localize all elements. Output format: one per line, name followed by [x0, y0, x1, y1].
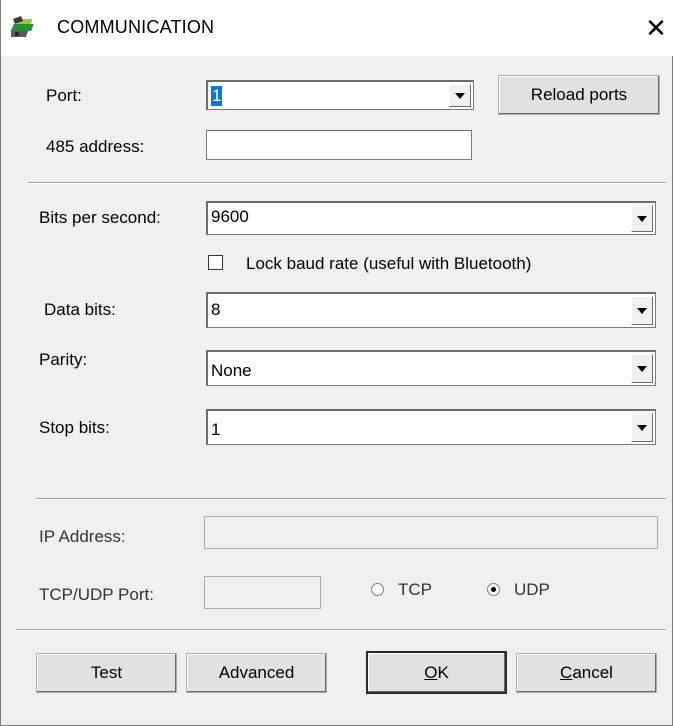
parity-select[interactable]: None [206, 350, 656, 386]
port-select[interactable]: 1 [206, 80, 474, 110]
udp-label: UDP [514, 580, 550, 599]
ip-address-label: IP Address: [39, 527, 126, 546]
app-icon [11, 16, 34, 37]
tcp-udp-port-label: TCP/UDP Port: [39, 585, 154, 604]
separator [28, 182, 666, 184]
cancel-mnemonic: C [560, 663, 573, 682]
stop-bits-select[interactable]: 1 [206, 409, 656, 445]
close-icon[interactable]: ✕ [638, 10, 673, 46]
ok-label-rest: K [437, 662, 449, 682]
stop-bits-label: Stop bits: [39, 418, 110, 437]
separator [16, 629, 666, 631]
ok-button[interactable]: OK [366, 651, 507, 694]
reload-ports-button[interactable]: Reload ports [498, 75, 660, 115]
parity-label: Parity: [39, 350, 88, 369]
data-bits-label: Data bits: [44, 300, 116, 319]
address-label: 485 address: [46, 137, 145, 156]
chevron-down-icon[interactable] [631, 354, 653, 383]
chevron-down-icon[interactable] [631, 413, 653, 442]
bits-per-second-label: Bits per second: [39, 208, 161, 227]
cancel-label-rest: ancel [572, 663, 613, 682]
port-label: Port: [46, 86, 82, 105]
tcp-label: TCP [398, 580, 432, 599]
advanced-button[interactable]: Advanced [186, 653, 327, 693]
bits-per-second-value: 9600 [211, 207, 249, 226]
parity-value: None [211, 361, 252, 380]
chevron-down-icon[interactable] [631, 205, 653, 232]
ok-mnemonic: O [424, 662, 438, 682]
data-bits-value: 8 [211, 300, 221, 319]
lock-baud-label: Lock baud rate (useful with Bluetooth) [246, 254, 532, 273]
port-value: 1 [211, 86, 223, 106]
communication-dialog: COMMUNICATION ✕ Port: 1 Reload ports 485… [0, 0, 673, 726]
address-input[interactable] [206, 130, 472, 160]
separator [36, 498, 666, 500]
tcp-radio[interactable] [371, 583, 384, 596]
stop-bits-value: 1 [211, 420, 221, 439]
test-button[interactable]: Test [36, 653, 177, 693]
ip-address-input[interactable] [204, 516, 658, 549]
chevron-down-icon[interactable] [631, 296, 653, 325]
tcp-udp-port-input[interactable] [204, 576, 321, 609]
bits-per-second-select[interactable]: 9600 [206, 201, 656, 235]
window-title: COMMUNICATION [57, 17, 215, 37]
cancel-button[interactable]: Cancel [516, 653, 657, 693]
chevron-down-icon[interactable] [449, 84, 471, 107]
lock-baud-checkbox[interactable] [208, 255, 223, 270]
data-bits-select[interactable]: 8 [206, 292, 656, 328]
udp-radio[interactable] [487, 583, 500, 596]
title-bar[interactable]: COMMUNICATION ✕ [1, 0, 673, 56]
